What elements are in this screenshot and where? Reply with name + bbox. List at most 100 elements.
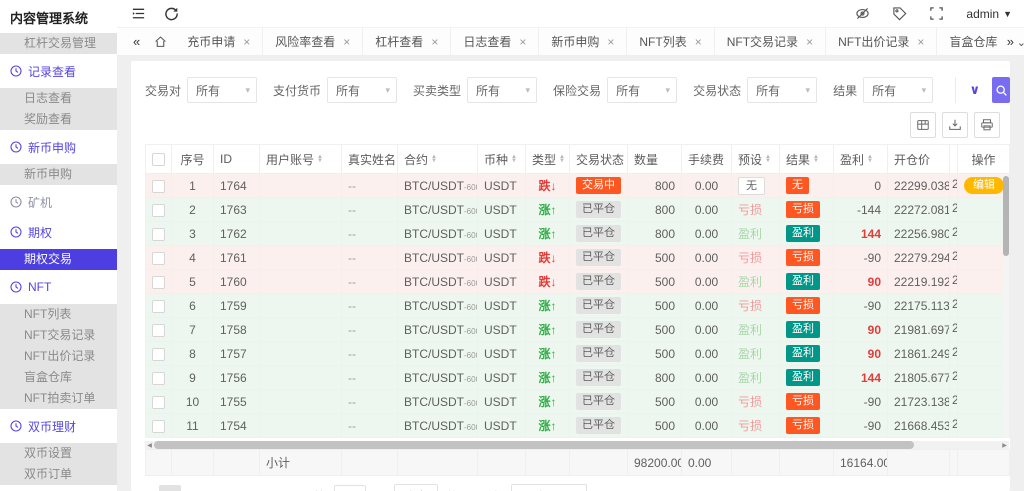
print-button[interactable] [974,112,1000,138]
tab-close-icon[interactable]: × [607,36,614,48]
sort-icon[interactable]: ▲▼ [867,155,873,163]
sidebar-item-9[interactable]: NFT [0,274,117,300]
sidebar-item-8[interactable]: 期权交易 [0,249,117,270]
column-header-fee: 手续费 [682,145,732,174]
sort-icon[interactable]: ▲▼ [765,155,771,163]
sidebar-item-10[interactable]: NFT列表 [0,304,117,325]
sidebar-item-2[interactable]: 日志查看 [0,88,117,109]
row-checkbox[interactable] [152,348,165,361]
home-tab-icon[interactable] [146,35,175,48]
fullscreen-icon[interactable] [929,6,944,21]
sort-icon[interactable]: ▲▼ [431,155,437,163]
row-checkbox-cell [146,270,172,294]
tab-2[interactable]: 杠杆查看× [363,28,451,55]
tabs-scroll-left-icon[interactable]: « [127,34,146,49]
goto-page-input[interactable] [334,485,366,491]
cell-account [260,366,342,390]
cell-contract: BTC/USDT-600S [398,318,478,342]
eye-off-icon[interactable] [855,6,870,21]
page-button-66[interactable]: 66 [259,485,281,491]
cell-coin: USDT [478,222,526,246]
filter-select-4[interactable]: 所有▾ [747,77,817,103]
sidebar-item-14[interactable]: NFT拍卖订单 [0,388,117,409]
vertical-scrollbar-thumb[interactable] [1003,176,1009,256]
tab-6[interactable]: NFT交易记录× [715,28,826,55]
sidebar-item-4[interactable]: 新币申购 [0,134,117,160]
user-menu[interactable]: admin ▼ [966,7,1012,21]
tab-close-icon[interactable]: × [519,36,526,48]
tab-close-icon[interactable]: × [806,36,813,48]
horizontal-scrollbar[interactable]: ◀ ▶ [145,441,1009,449]
tab-close-icon[interactable]: × [431,36,438,48]
filter-select-1[interactable]: 所有▾ [327,77,397,103]
scroll-left-arrow-icon[interactable]: ◀ [145,442,154,449]
sort-icon[interactable]: ▲▼ [317,155,323,163]
row-checkbox[interactable] [152,300,165,313]
row-checkbox[interactable] [152,396,165,409]
tab-close-icon[interactable]: × [917,36,924,48]
tag-icon[interactable] [892,6,907,21]
sidebar-item-11[interactable]: NFT交易记录 [0,325,117,346]
sidebar-item-5[interactable]: 新币申购 [0,164,117,185]
tab-7[interactable]: NFT出价记录× [826,28,937,55]
sidebar-item-0[interactable]: 杠杆交易管理 [0,33,117,54]
tabs-bar: « 充币申请×风险率查看×杠杆查看×日志查看×新币申购×NFT列表×NFT交易记… [117,28,1024,56]
confirm-button[interactable]: 确定 [394,484,438,491]
refresh-icon[interactable] [164,6,179,21]
filter-select-2[interactable]: 所有▾ [467,77,537,103]
column-header-status: 交易状态▲▼ [570,145,628,174]
row-checkbox[interactable] [152,420,165,433]
row-checkbox[interactable] [152,252,165,265]
tab-1[interactable]: 风险率查看× [263,28,363,55]
sidebar-item-17[interactable]: 双币订单 [0,464,117,485]
row-checkbox[interactable] [152,276,165,289]
row-checkbox[interactable] [152,180,165,193]
tab-5[interactable]: NFT列表× [627,28,714,55]
filter-collapse-icon[interactable]: ∨ [957,82,992,98]
contract-base: BTC/USDT [404,275,464,289]
row-checkbox[interactable] [152,372,165,385]
export-button[interactable] [942,112,968,138]
row-checkbox[interactable] [152,204,165,217]
sidebar-item-3[interactable]: 奖励查看 [0,109,117,130]
filter-select-0[interactable]: 所有▾ [187,77,257,103]
search-button[interactable] [992,77,1010,103]
vertical-scrollbar[interactable] [1003,174,1009,438]
sidebar-item-6[interactable]: 矿机 [0,189,117,215]
sort-icon[interactable]: ▲▼ [813,155,819,163]
columns-filter-button[interactable] [910,112,936,138]
filter-select-3[interactable]: 所有▾ [607,77,677,103]
tab-close-icon[interactable]: × [695,36,702,48]
per-page-select[interactable]: 20 条/页 ⌄ [511,484,587,491]
page-button-1[interactable]: 1 [159,485,181,491]
tab-8[interactable]: 盲盒仓库× [937,28,1000,55]
sort-icon[interactable]: ▲▼ [511,155,517,163]
filter-select-5[interactable]: 所有▾ [863,77,933,103]
page-button-3[interactable]: 3 [215,485,237,491]
preset-value[interactable]: 无 [738,177,765,195]
horizontal-scrollbar-thumb[interactable] [154,441,914,449]
cell-id: 1754 [214,414,260,438]
scroll-right-arrow-icon[interactable]: ▶ [1000,442,1009,449]
tabs-dropdown-icon[interactable]: ⌄ [1017,36,1024,49]
sidebar-item-7[interactable]: 期权 [0,219,117,245]
tab-0[interactable]: 充币申请× [175,28,263,55]
result-badge: 盈利 [786,273,820,290]
sidebar-item-12[interactable]: NFT出价记录 [0,346,117,367]
page-button-2[interactable]: 2 [187,485,209,491]
tab-close-icon[interactable]: × [343,36,350,48]
sidebar-item-15[interactable]: 双币理财 [0,413,117,439]
tab-4[interactable]: 新币申购× [539,28,627,55]
cell-coin: USDT [478,414,526,438]
tab-3[interactable]: 日志查看× [451,28,539,55]
row-checkbox[interactable] [152,228,165,241]
sort-icon[interactable]: ▲▼ [559,155,565,163]
row-checkbox[interactable] [152,324,165,337]
sidebar-item-1[interactable]: 记录查看 [0,58,117,84]
edit-button[interactable]: 编辑 [964,177,1004,194]
select-all-checkbox[interactable] [152,153,165,166]
collapse-menu-icon[interactable] [131,6,146,21]
tab-close-icon[interactable]: × [243,36,250,48]
sidebar-item-13[interactable]: 盲盒仓库 [0,367,117,388]
sidebar-item-16[interactable]: 双币设置 [0,443,117,464]
